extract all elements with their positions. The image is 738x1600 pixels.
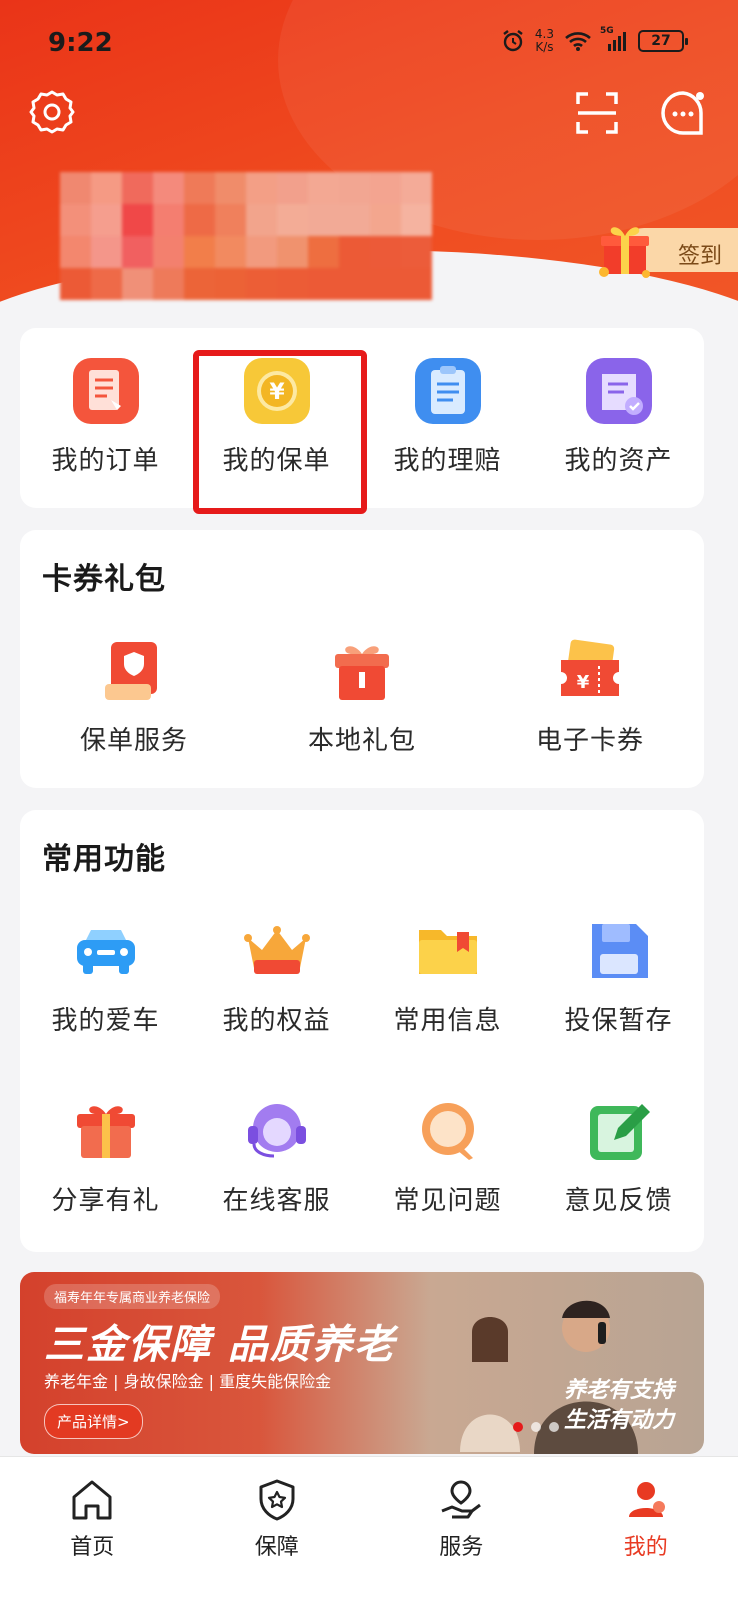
function-online-service[interactable]: 在线客服 [191,1096,362,1217]
banner-pagination [513,1422,559,1432]
order-icon [71,356,141,426]
function-label: 我的权益 [222,1006,331,1036]
coupon-label: 本地礼包 [307,726,416,756]
alarm-icon [503,30,523,52]
tab-services[interactable]: 服务 [369,1457,554,1600]
functions-row-2: 分享有礼 在线客服 常见问题 意见反馈 [20,1096,704,1217]
scan-icon[interactable] [574,90,620,136]
function-common-info[interactable]: 常用信息 [362,916,533,1037]
bottom-tab-bar: 首页 保障 服务 我的 [0,1456,738,1600]
customer-service-icon [242,1096,312,1166]
function-my-rights[interactable]: 我的权益 [191,916,362,1037]
cellular-signal: 5G [600,26,628,52]
tab-label: 我的 [623,1535,668,1560]
function-share-gift[interactable]: 分享有礼 [20,1096,191,1217]
function-my-car[interactable]: 我的爱车 [20,916,191,1037]
quick-action-label: 我的理赔 [393,446,502,476]
message-icon[interactable] [658,88,708,138]
function-label: 在线客服 [222,1186,331,1216]
status-time: 9:22 [48,28,113,58]
svg-text:¥: ¥ [577,672,590,693]
banner-slogan-line1: 养老有支持 [563,1378,674,1403]
coupon-icon: ¥ [555,636,625,706]
crown-icon [242,916,312,986]
quick-action-label: 我的资产 [564,446,673,476]
coupons-card: 卡券礼包 保单服务 本地礼包 ¥ 电子卡券 [20,530,704,788]
asset-icon [584,356,654,426]
claim-icon [413,356,483,426]
net-speed: 4.3 K/s [535,28,554,54]
tab-label: 保障 [254,1535,299,1560]
tab-label: 服务 [439,1535,484,1560]
header-toolbar [28,88,708,142]
coupon-item-e-voucher[interactable]: ¥ 电子卡券 [476,636,704,757]
banner-tag: 福寿年年专属商业养老保险 [44,1284,221,1309]
net-speed-unit: K/s [535,40,554,54]
sign-in-label: 签到 [677,244,722,269]
highlight-box-my-policies [193,350,367,514]
service-hand-icon [441,1480,482,1519]
coupon-label: 保单服务 [79,726,188,756]
status-right: 4.3 K/s 5G 27 [501,26,688,54]
function-label: 意见反馈 [564,1186,673,1216]
save-icon [584,916,654,986]
pagination-dot [531,1422,541,1432]
pagination-dot-active [513,1422,523,1432]
battery-indicator: 27 [638,30,688,52]
status-bar: 9:22 4.3 K/s 5G 27 [48,22,688,62]
function-faq[interactable]: 常见问题 [362,1096,533,1217]
banner-slogan: 养老有支持 生活有动力 [564,1376,674,1436]
function-feedback[interactable]: 意见反馈 [533,1096,704,1217]
avatar-and-username-blurred[interactable] [60,172,432,300]
wifi-icon [565,32,591,51]
quick-action-assets[interactable]: 我的资产 [533,356,704,477]
tab-label: 首页 [70,1535,115,1560]
gift-icon [599,227,650,278]
promo-banner[interactable]: 福寿年年专属商业养老保险 三金保障 品质养老 养老年金 | 身故保险金 | 重度… [20,1272,704,1454]
coupon-label: 电子卡券 [535,726,644,756]
quick-action-orders[interactable]: 我的订单 [20,356,191,477]
profile-icon [628,1482,665,1517]
function-label: 常见问题 [393,1186,502,1216]
quick-action-claims[interactable]: 我的理赔 [362,356,533,477]
banner-title: 三金保障 品质养老 [44,1322,396,1368]
gift-box-icon [327,636,397,706]
sign-in-button[interactable]: 签到 [590,220,738,278]
policy-service-icon [99,636,169,706]
coupon-item-policy-service[interactable]: 保单服务 [20,636,248,757]
function-saved-applications[interactable]: 投保暂存 [533,916,704,1037]
quick-action-label: 我的订单 [51,446,160,476]
folder-icon [413,916,483,986]
tab-mine[interactable]: 我的 [554,1457,738,1600]
tab-protection[interactable]: 保障 [185,1457,370,1600]
settings-icon[interactable] [28,88,76,136]
coupons-grid: 保单服务 本地礼包 ¥ 电子卡券 [20,636,704,757]
faq-icon [413,1096,483,1166]
shield-star-icon [259,1479,295,1521]
functions-title: 常用功能 [42,842,166,877]
function-label: 我的爱车 [51,1006,160,1036]
pagination-dot [549,1422,559,1432]
car-icon [71,916,141,986]
common-functions-card: 常用功能 我的爱车 我的权益 常用信息 投保暂存 分享有礼 在线客服 常见问题 … [20,810,704,1252]
feedback-icon [584,1096,654,1166]
coupon-item-local-gift[interactable]: 本地礼包 [248,636,476,757]
banner-subtitle: 养老年金 | 身故保险金 | 重度失能保险金 [44,1372,332,1391]
function-label: 常用信息 [393,1006,502,1036]
share-gift-icon [71,1096,141,1166]
banner-slogan-line2: 生活有动力 [563,1408,674,1433]
coupons-title: 卡券礼包 [42,562,166,597]
network-type: 5G [600,26,614,36]
tab-home[interactable]: 首页 [0,1457,185,1600]
product-details-button[interactable]: 产品详情> [44,1404,143,1439]
home-icon [72,1480,112,1520]
function-label: 投保暂存 [564,1006,673,1036]
functions-row-1: 我的爱车 我的权益 常用信息 投保暂存 [20,916,704,1037]
function-label: 分享有礼 [51,1186,160,1216]
